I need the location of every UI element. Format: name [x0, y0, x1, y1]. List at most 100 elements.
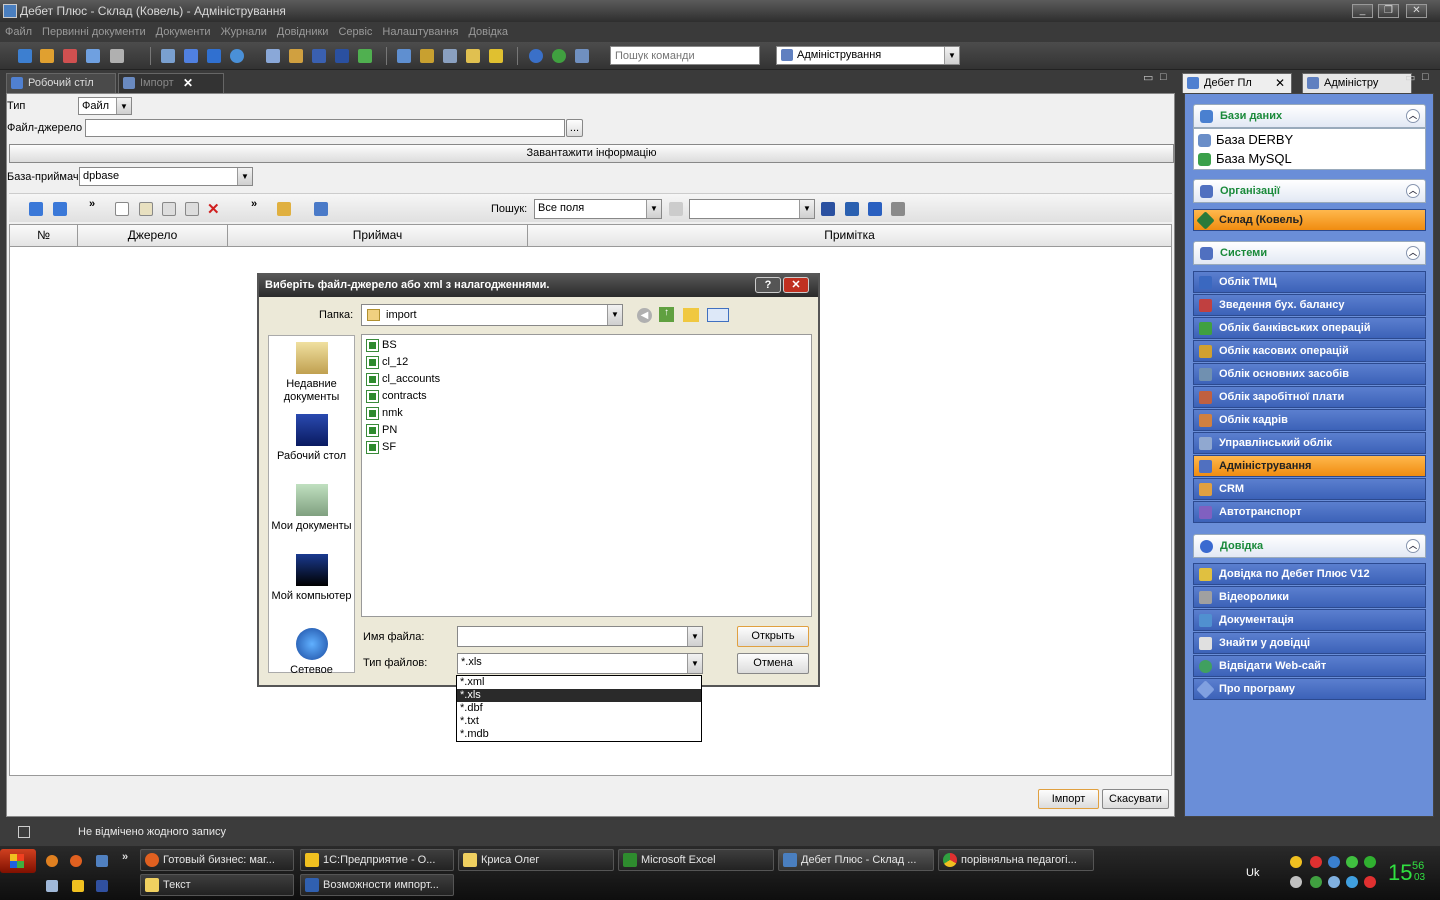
filename-input[interactable]: ▼ [457, 626, 703, 647]
star-icon[interactable] [184, 49, 198, 63]
eraser-icon[interactable] [669, 202, 683, 216]
quicklaunch-icon[interactable] [46, 855, 58, 867]
file-item[interactable]: SF [366, 439, 396, 455]
start-button[interactable] [0, 849, 36, 873]
task-debet[interactable]: Дебет Плюс - Склад ... [778, 849, 934, 871]
help-item-manual[interactable]: Довідка по Дебет Плюс V12 [1193, 563, 1426, 585]
place-my-computer[interactable]: Мой компьютер [269, 554, 354, 603]
app-icon[interactable] [96, 880, 108, 892]
chevron-down-icon[interactable]: ▼ [687, 627, 702, 646]
chevron-down-icon[interactable]: ▼ [799, 200, 814, 218]
firefox-icon[interactable] [70, 855, 82, 867]
chevron-down-icon[interactable]: ▼ [116, 98, 131, 114]
overflow-icon[interactable]: » [122, 851, 128, 863]
menu-directories[interactable]: Довідники [272, 22, 334, 42]
section-databases[interactable]: Бази даних ︿ [1193, 104, 1426, 128]
gear-icon[interactable] [230, 49, 244, 63]
grid-header-number[interactable]: № [10, 225, 78, 247]
warning-icon[interactable] [1364, 876, 1376, 888]
section-organizations[interactable]: Організації ︿ [1193, 179, 1426, 203]
help-icon[interactable] [529, 49, 543, 63]
window-icon[interactable] [161, 49, 175, 63]
task-excel[interactable]: Microsoft Excel [618, 849, 774, 871]
filter-icon[interactable] [314, 202, 328, 216]
minimize-panel-icon[interactable]: ▭ [1143, 71, 1153, 84]
cancel-button[interactable]: Скасувати [1102, 789, 1169, 809]
chevron-down-icon[interactable]: ▼ [687, 654, 702, 673]
task-word[interactable]: Возможности импорт... [300, 874, 454, 896]
menu-primary-docs[interactable]: Первинні документи [37, 22, 151, 42]
command-search-input[interactable] [610, 46, 760, 65]
org-item-sklad[interactable]: Склад (Ковель) [1193, 209, 1426, 231]
open-button[interactable]: Открыть [737, 626, 809, 647]
save-icon[interactable] [312, 49, 326, 63]
filetype-option-selected[interactable]: *.xls [457, 689, 701, 702]
filetype-option[interactable]: *.txt [457, 715, 701, 728]
up-folder-icon[interactable]: ↑ [659, 307, 674, 322]
browse-button[interactable]: ... [566, 119, 583, 137]
system-item-tmc[interactable]: Облік ТМЦ [1193, 271, 1426, 293]
filetype-option[interactable]: *.xml [457, 676, 701, 689]
arrow-left-icon[interactable] [29, 202, 43, 216]
help-item-docs[interactable]: Документація [1193, 609, 1426, 631]
wand-icon[interactable] [277, 202, 291, 216]
target-db-select[interactable]: dpbase ▼ [79, 167, 253, 186]
lightning-icon[interactable] [489, 49, 503, 63]
new-doc-icon[interactable] [115, 202, 129, 216]
crosshair-icon[interactable] [207, 49, 221, 63]
notes-icon[interactable] [466, 49, 480, 63]
dialog-cancel-button[interactable]: Отмена [737, 653, 809, 674]
columns-icon[interactable] [845, 202, 859, 216]
network-tray-icon[interactable] [1346, 856, 1358, 868]
search-scope-select[interactable]: Все поля ▼ [534, 199, 662, 219]
maximize-panel-icon[interactable]: □ [1160, 71, 1167, 83]
file-item[interactable]: nmk [366, 405, 403, 421]
menu-help[interactable]: Довідка [463, 22, 513, 42]
system-item-admin[interactable]: Адміністрування [1193, 455, 1426, 477]
load-info-button[interactable]: Завантажити інформацію [9, 144, 1174, 163]
db-stack-icon[interactable] [397, 49, 411, 63]
clock[interactable]: 15 [1388, 860, 1412, 886]
system-item-management[interactable]: Управлінський облік [1193, 432, 1426, 454]
menu-journals[interactable]: Журнали [216, 22, 272, 42]
chevron-up-icon[interactable]: ︿ [1406, 539, 1420, 553]
binoculars-icon[interactable] [821, 202, 835, 216]
type-select[interactable]: Файл ▼ [78, 97, 132, 115]
system-item-transport[interactable]: Автотранспорт [1193, 501, 1426, 523]
refresh-icon[interactable] [358, 49, 372, 63]
chevron-down-icon[interactable]: ▼ [646, 200, 661, 218]
menu-documents[interactable]: Документи [151, 22, 216, 42]
task-browser[interactable]: Готовый бизнес: маг... [140, 849, 294, 871]
filetype-option[interactable]: *.dbf [457, 702, 701, 715]
edit-doc-icon[interactable] [139, 202, 153, 216]
delete-icon[interactable]: ✕ [207, 200, 220, 218]
new-folder-icon[interactable] [683, 308, 699, 322]
overflow-icon[interactable]: » [89, 198, 95, 210]
documents-icon[interactable] [110, 49, 124, 63]
m-icon[interactable] [335, 49, 349, 63]
chevron-down-icon[interactable]: ▼ [237, 168, 252, 185]
db-item-mysql[interactable]: База MySQL [1198, 151, 1292, 166]
menu-file[interactable]: Файл [0, 22, 37, 42]
help-item-search[interactable]: Знайти у довідці [1193, 632, 1426, 654]
help-item-website[interactable]: Відвідати Web-сайт [1193, 655, 1426, 677]
1c-icon[interactable] [72, 880, 84, 892]
globe-icon[interactable] [552, 49, 566, 63]
tray-app-icon[interactable] [1346, 876, 1358, 888]
task-1c[interactable]: 1С:Предприятие - О... [300, 849, 454, 871]
overflow-icon[interactable]: » [251, 198, 257, 210]
grid-search-input[interactable]: ▼ [689, 199, 815, 219]
messenger-icon[interactable] [1364, 856, 1376, 868]
system-item-assets[interactable]: Облік основних засобів [1193, 363, 1426, 385]
system-item-salary[interactable]: Облік заробітної плати [1193, 386, 1426, 408]
filetype-select[interactable]: *.xls ▼ [457, 653, 703, 674]
place-recent[interactable]: Недавние документы [269, 342, 354, 404]
clover-icon[interactable] [1310, 876, 1322, 888]
language-indicator[interactable]: Uk [1246, 867, 1259, 879]
help-item-videos[interactable]: Відеоролики [1193, 586, 1426, 608]
help-item-about[interactable]: Про програму [1193, 678, 1426, 700]
chevron-down-icon[interactable]: ▼ [607, 305, 622, 325]
edit-icon[interactable] [63, 49, 77, 63]
minimize-button[interactable]: _ [1352, 4, 1373, 18]
show-desktop-icon[interactable] [96, 855, 108, 867]
